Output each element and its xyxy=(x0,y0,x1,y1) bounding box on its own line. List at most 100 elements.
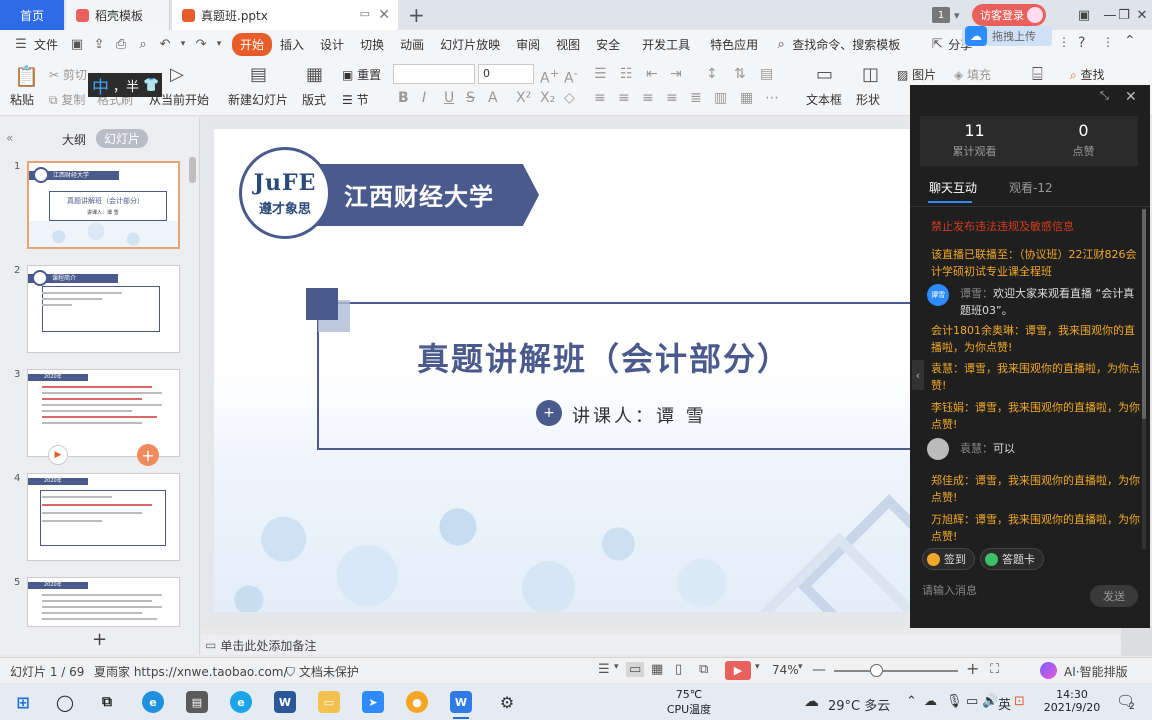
ai-layout-button[interactable]: AI·智能排版 xyxy=(1064,663,1128,680)
insert-slide-icon[interactable]: + xyxy=(137,444,159,466)
bold-icon[interactable]: B xyxy=(398,90,409,106)
file-explorer-icon[interactable]: ▭ xyxy=(318,691,340,713)
weather[interactable]: 29°C 多云 xyxy=(828,695,890,714)
export-icon[interactable]: ⇪ xyxy=(88,37,110,52)
slideshow-icon[interactable]: ▷ xyxy=(170,64,184,85)
font-shrink-icon[interactable]: A- xyxy=(564,66,578,87)
share-icon[interactable]: ⇱ xyxy=(926,37,948,52)
add-slide-button[interactable]: + xyxy=(92,629,107,650)
tab-file[interactable]: 真题班.pptx ▭ ✕ xyxy=(172,0,398,30)
font-size-select[interactable]: 0 xyxy=(478,64,534,84)
section-button[interactable]: ☰ 节 xyxy=(342,91,369,108)
menu-slideshow[interactable]: 幻灯片放映 xyxy=(432,36,508,53)
arrange-icon[interactable]: ⌸ xyxy=(1032,64,1043,85)
print-icon[interactable]: ⎙ xyxy=(110,37,132,52)
volume-icon[interactable]: 🔊 xyxy=(982,694,998,709)
number-list-icon[interactable]: ☷ xyxy=(620,66,633,82)
pin-icon[interactable]: ▭ xyxy=(360,7,370,20)
command-search[interactable]: 查找命令、搜索模板 xyxy=(792,36,908,53)
more-icon[interactable]: ⋮ xyxy=(1058,35,1070,49)
tab-slides[interactable]: 幻灯片 xyxy=(96,129,149,148)
edge-icon[interactable]: e xyxy=(142,691,164,713)
network-icon[interactable]: ▭ xyxy=(966,694,978,709)
menu-developer[interactable]: 开发工具 xyxy=(634,36,698,53)
play-dropdown-icon[interactable]: ▾ xyxy=(755,662,760,672)
undo-icon[interactable]: ↶ xyxy=(154,37,176,52)
columns-icon[interactable]: ▥ xyxy=(714,90,727,106)
paste-button[interactable]: 粘贴 xyxy=(10,91,34,108)
hamburger-icon[interactable]: ☰ xyxy=(10,37,32,52)
slide-thumbnail[interactable]: 1 江西财经大学 真题讲解班（会计部分） 讲课人：谭 雪 xyxy=(0,161,190,251)
superscript-icon[interactable]: X² xyxy=(516,90,531,106)
checkin-button[interactable]: 签到 xyxy=(922,548,975,570)
task-view-icon[interactable]: ⧉ xyxy=(96,691,118,713)
zoom-dropdown-icon[interactable]: ▾ xyxy=(798,662,803,672)
protect-status[interactable]: ⛉ 文档未保护 xyxy=(286,663,359,680)
settings-icon[interactable]: ⚙ xyxy=(496,691,518,713)
sorter-view-icon[interactable]: ▦ xyxy=(651,662,663,677)
chat-scroll-thumb[interactable] xyxy=(1142,209,1146,419)
textbox-button[interactable]: 文本框 xyxy=(806,91,842,108)
slide[interactable]: JuFE 遵才象思 江西财经大学 真题讲解班（会计部分） + 讲课人：谭 雪 xyxy=(214,129,911,612)
picture-button[interactable]: ▨ 图片 xyxy=(897,66,936,83)
onedrive-icon[interactable]: ☁ xyxy=(924,694,937,709)
fit-window-icon[interactable]: ⛶ xyxy=(990,662,999,677)
menu-review[interactable]: 审阅 xyxy=(508,36,548,53)
preview-icon[interactable]: ⌕ xyxy=(132,37,154,52)
lecturer[interactable]: 讲课人：谭 雪 xyxy=(572,402,707,428)
windows-start-icon[interactable]: ⊞ xyxy=(12,691,34,713)
clear-format-icon[interactable]: ◇ xyxy=(564,90,575,106)
chat-collapse-icon[interactable]: ‹ xyxy=(912,360,924,390)
collapse-ribbon-icon[interactable]: ⌃ xyxy=(1124,33,1136,49)
search-icon[interactable]: ◯ xyxy=(54,691,76,713)
cut-button[interactable]: ✂ 剪切 xyxy=(49,66,87,83)
menu-design[interactable]: 设计 xyxy=(312,36,352,53)
reset-button[interactable]: ▣ 重置 xyxy=(342,66,381,83)
align-center-icon[interactable]: ≡ xyxy=(618,90,630,106)
notes-toggle-icon[interactable]: ☰ xyxy=(598,662,610,677)
new-tab-button[interactable]: + xyxy=(408,3,425,27)
wps-icon[interactable]: W xyxy=(450,691,472,713)
window-count-badge[interactable]: 1 xyxy=(932,7,950,23)
fill-button[interactable]: ◈ 填充 xyxy=(954,66,991,83)
clock[interactable]: 14:30 2021/9/20 xyxy=(1040,688,1104,714)
redo-dropdown-icon[interactable]: ▾ xyxy=(212,39,226,49)
underline-icon[interactable]: U xyxy=(444,90,454,106)
notes-dropdown-icon[interactable]: ▾ xyxy=(614,662,619,672)
textbox-icon[interactable]: ▭ xyxy=(816,64,833,85)
line-spacing-icon[interactable]: ↕ xyxy=(706,66,718,82)
skin-icon[interactable]: ▣ xyxy=(1072,0,1096,30)
text-direction-icon[interactable]: ⇅ xyxy=(734,66,746,82)
layout-button[interactable]: 版式 xyxy=(302,91,326,108)
panel-scrollbar[interactable] xyxy=(189,157,196,183)
more-para-icon[interactable]: ⋯ xyxy=(765,90,779,106)
smart-art-icon[interactable]: ▦ xyxy=(740,90,753,106)
bullet-list-icon[interactable]: ☰ xyxy=(594,66,607,82)
tab-viewers[interactable]: 观看-12 xyxy=(1009,179,1053,196)
strikethrough-icon[interactable]: S xyxy=(466,90,475,106)
save-icon[interactable]: ▣ xyxy=(66,37,88,52)
new-slide-icon[interactable]: ▤ xyxy=(250,64,267,85)
play-slideshow-button[interactable]: ▶ xyxy=(725,661,751,680)
zoom-slider-knob[interactable] xyxy=(870,664,883,677)
zoom-in-icon[interactable]: + xyxy=(966,659,979,678)
font-color-icon[interactable]: A xyxy=(488,90,498,106)
word-icon[interactable]: W xyxy=(274,691,296,713)
notes-bar[interactable]: ▭ 单击此处添加备注 xyxy=(201,635,1121,655)
tab-home[interactable]: 首页 xyxy=(0,0,64,30)
normal-view-icon[interactable]: ▭ xyxy=(626,662,645,677)
shape-button[interactable]: 形状 xyxy=(856,91,880,108)
reading-view-icon[interactable]: ▯ xyxy=(675,662,682,677)
align-right-icon[interactable]: ≡ xyxy=(642,90,654,106)
answer-card-button[interactable]: 答题卡 xyxy=(980,548,1044,570)
slide-thumbnail[interactable]: 2 课程简介 xyxy=(0,265,190,355)
paste-icon[interactable]: 📋 xyxy=(14,64,39,88)
menu-view[interactable]: 视图 xyxy=(548,36,588,53)
justify-icon[interactable]: ≡ xyxy=(666,90,678,106)
dingtalk-icon[interactable]: ➤ xyxy=(362,691,384,713)
text-align-icon[interactable]: ▤ xyxy=(760,66,773,82)
decrease-indent-icon[interactable]: ⇤ xyxy=(646,66,658,82)
chevron-down-icon[interactable]: ▾ xyxy=(954,8,966,22)
font-name-select[interactable] xyxy=(393,64,475,84)
wps-tray-icon[interactable]: ⊡ xyxy=(1014,694,1025,709)
